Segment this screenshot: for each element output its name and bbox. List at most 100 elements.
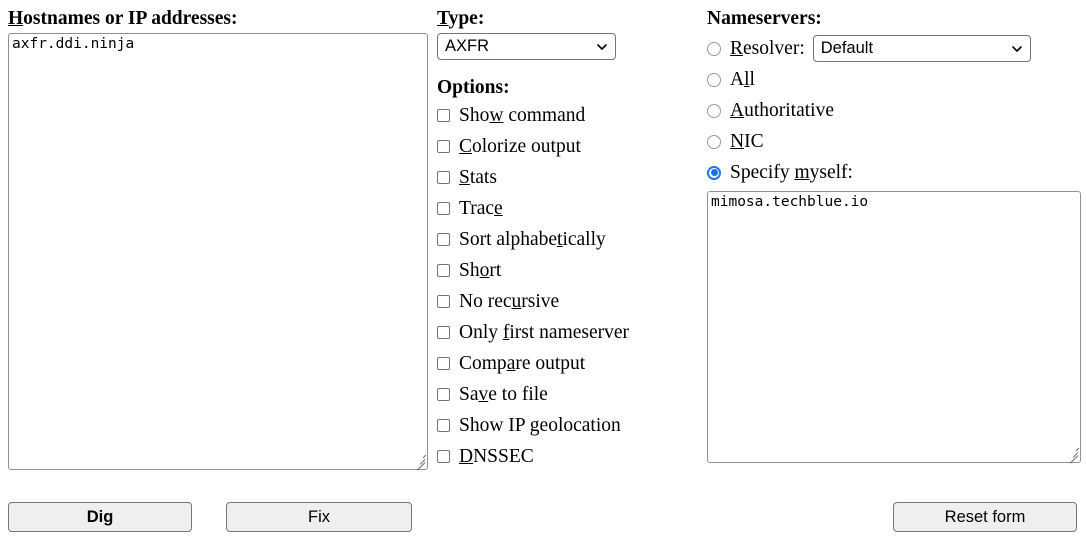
option-11-label-post: NSSEC bbox=[473, 445, 534, 467]
nameserver-0-label: Resolver: bbox=[730, 38, 805, 60]
option-9-accesskey: v bbox=[478, 383, 489, 405]
chevron-down-icon bbox=[597, 43, 607, 50]
option-4-label-pre: Sort alphabe bbox=[459, 228, 558, 250]
hostnames-input[interactable] bbox=[8, 33, 428, 470]
option-row[interactable]: Show command bbox=[437, 100, 702, 131]
nameserver-4-label-post: yself: bbox=[809, 161, 853, 183]
nameservers-input[interactable] bbox=[707, 191, 1081, 463]
option-row[interactable]: No recursive bbox=[437, 286, 702, 317]
option-7-label-post: irst nameserver bbox=[509, 321, 630, 343]
resolver-select[interactable]: Default bbox=[812, 35, 1031, 62]
nameserver-radio-row[interactable]: Authoritative bbox=[707, 95, 1079, 126]
option-6-label-post: rsive bbox=[521, 290, 560, 312]
chevron-down-icon bbox=[1011, 45, 1022, 52]
option-2-accesskey: S bbox=[459, 166, 470, 188]
nameservers-column: Nameservers: Resolver: Default All Authorit… bbox=[707, 8, 1081, 469]
nameserver-radio-row[interactable]: Resolver: Default bbox=[707, 33, 1079, 64]
nameserver-0-accesskey: R bbox=[730, 37, 744, 59]
option-0-accesskey: w bbox=[489, 104, 504, 126]
option-0-label-pre: Sho bbox=[459, 104, 490, 126]
checkbox-icon[interactable] bbox=[437, 388, 450, 401]
options-list: Show command Colorize output Stats Trace Sor… bbox=[437, 100, 702, 472]
option-row[interactable]: Sort alphabetically bbox=[437, 224, 702, 255]
nameserver-2-accesskey: A bbox=[730, 99, 745, 121]
radio-icon[interactable] bbox=[707, 72, 721, 87]
checkbox-icon[interactable] bbox=[437, 419, 450, 432]
option-11-label: DNSSEC bbox=[459, 446, 534, 468]
option-6-label: No recursive bbox=[459, 291, 559, 313]
type-label-text: ype: bbox=[448, 8, 485, 29]
option-row[interactable]: DNSSEC bbox=[437, 441, 702, 472]
option-row[interactable]: Save to file bbox=[437, 379, 702, 410]
nameserver-radio-row[interactable]: All bbox=[707, 64, 1079, 95]
option-0-label-post: command bbox=[503, 104, 586, 126]
radio-selected-icon[interactable] bbox=[707, 165, 721, 180]
options-label: Options: bbox=[437, 77, 510, 98]
nameserver-4-label: Specify myself: bbox=[730, 162, 853, 184]
option-3-accesskey: e bbox=[494, 197, 503, 219]
checkbox-icon[interactable] bbox=[437, 233, 450, 246]
option-9-label: Save to file bbox=[459, 384, 548, 406]
nameserver-2-label-post: uthoritative bbox=[744, 99, 834, 121]
checkbox-icon[interactable] bbox=[437, 202, 450, 215]
type-label: Type: bbox=[437, 8, 702, 30]
radio-icon[interactable] bbox=[707, 41, 721, 56]
nameserver-radio-row[interactable]: Specify myself: bbox=[707, 157, 1079, 188]
type-select-value: AXFR bbox=[445, 37, 490, 55]
option-5-label: Short bbox=[459, 260, 501, 282]
option-0-label: Show command bbox=[459, 105, 585, 127]
reset-form-button[interactable]: Reset form bbox=[893, 502, 1077, 532]
option-row[interactable]: Colorize output bbox=[437, 131, 702, 162]
checkbox-icon[interactable] bbox=[437, 450, 450, 463]
option-row[interactable]: Stats bbox=[437, 162, 702, 193]
option-9-label-post: e to file bbox=[488, 383, 548, 405]
nameserver-4-accesskey: m bbox=[794, 161, 810, 183]
nameserver-2-label: Authoritative bbox=[730, 100, 834, 122]
option-4-label: Sort alphabetically bbox=[459, 229, 606, 251]
radio-icon[interactable] bbox=[707, 134, 721, 149]
nameserver-4-label-pre: Specify bbox=[730, 161, 795, 183]
dig-button[interactable]: Dig bbox=[8, 502, 192, 532]
option-10-label-pre: Show IP geolocation bbox=[459, 414, 621, 436]
option-5-label-post: rt bbox=[489, 259, 502, 281]
option-5-label-pre: Sh bbox=[459, 259, 480, 281]
hostnames-label: Hostnames or IP addresses: bbox=[8, 8, 428, 30]
option-8-label-post: re output bbox=[515, 352, 586, 374]
checkbox-icon[interactable] bbox=[437, 357, 450, 370]
option-row[interactable]: Show IP geolocation bbox=[437, 410, 702, 441]
nameserver-radio-group: Resolver: Default All Authoritative NIC Speci… bbox=[707, 33, 1079, 188]
fix-button[interactable]: Fix bbox=[226, 502, 412, 532]
option-6-label-pre: No rec bbox=[459, 290, 512, 312]
option-4-label-post: ically bbox=[562, 228, 606, 250]
option-3-label-pre: Trac bbox=[459, 197, 495, 219]
option-row[interactable]: Compare output bbox=[437, 348, 702, 379]
radio-icon[interactable] bbox=[707, 103, 721, 118]
checkbox-icon[interactable] bbox=[437, 109, 450, 122]
option-6-accesskey: u bbox=[511, 290, 522, 312]
checkbox-icon[interactable] bbox=[437, 326, 450, 339]
option-row[interactable]: Short bbox=[437, 255, 702, 286]
type-label-accesskey: T bbox=[437, 8, 449, 29]
option-7-label-pre: Only bbox=[459, 321, 503, 343]
option-8-label-pre: Comp bbox=[459, 352, 507, 374]
option-1-label: Colorize output bbox=[459, 136, 581, 158]
resolver-select-value: Default bbox=[820, 39, 874, 57]
option-row[interactable]: Only first nameserver bbox=[437, 317, 702, 348]
option-9-label-pre: Sa bbox=[459, 383, 479, 405]
option-2-label-post: tats bbox=[469, 166, 497, 188]
nameserver-1-label-post: l bbox=[749, 68, 755, 90]
type-and-options-column: Type: AXFR Options: Show command Colorize… bbox=[437, 8, 702, 472]
option-3-label: Trace bbox=[459, 198, 503, 220]
checkbox-icon[interactable] bbox=[437, 295, 450, 308]
checkbox-icon[interactable] bbox=[437, 171, 450, 184]
checkbox-icon[interactable] bbox=[437, 264, 450, 277]
type-select[interactable]: AXFR bbox=[437, 33, 616, 60]
nameserver-3-label: NIC bbox=[730, 131, 764, 153]
option-7-label: Only first nameserver bbox=[459, 322, 629, 344]
option-row[interactable]: Trace bbox=[437, 193, 702, 224]
nameserver-radio-row[interactable]: NIC bbox=[707, 126, 1079, 157]
checkbox-icon[interactable] bbox=[437, 140, 450, 153]
option-1-accesskey: C bbox=[459, 135, 473, 157]
nameservers-textarea-wrap bbox=[707, 191, 1081, 464]
nameserver-3-label-post: IC bbox=[744, 130, 764, 152]
